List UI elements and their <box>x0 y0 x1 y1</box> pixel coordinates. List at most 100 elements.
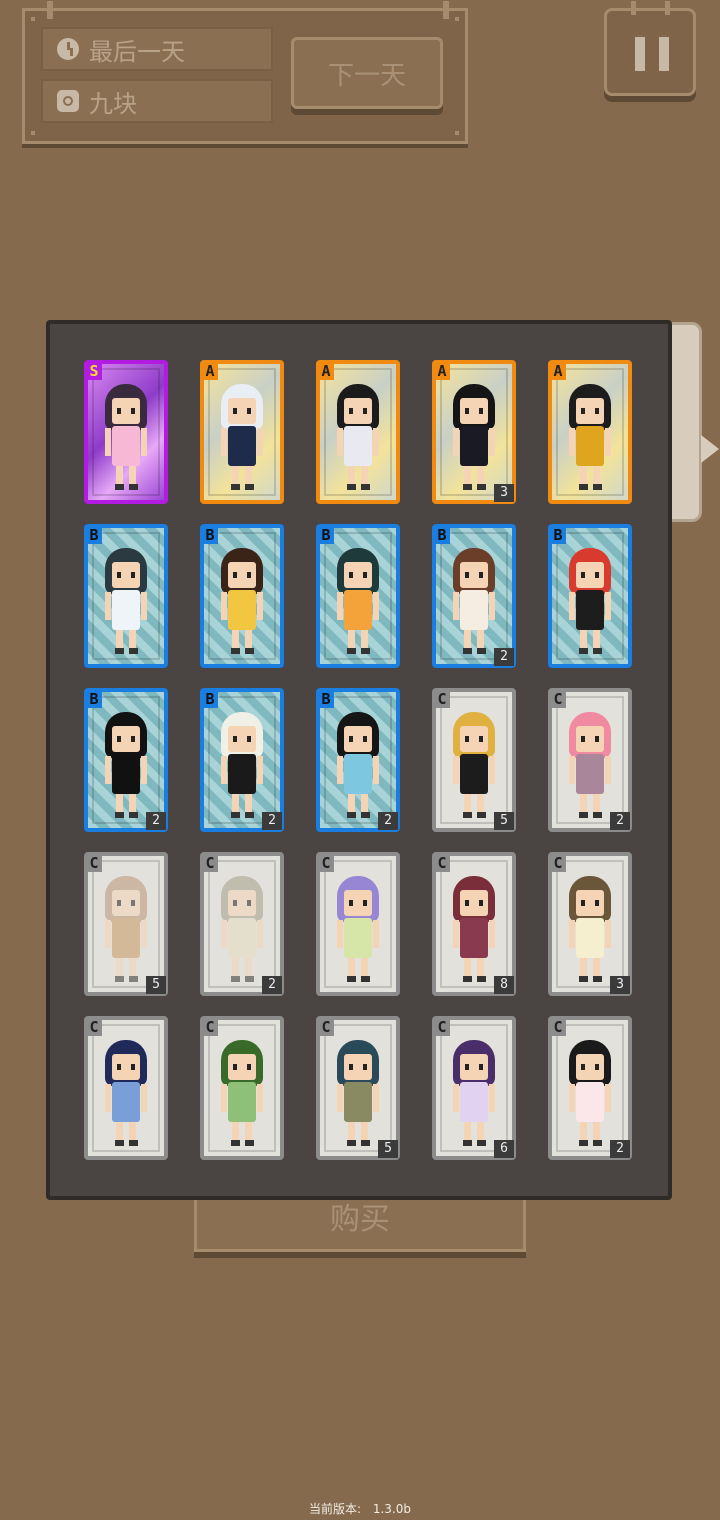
character-eye <box>465 572 469 578</box>
character-card[interactable]: C8 <box>432 852 516 996</box>
character-arm <box>337 592 343 620</box>
pause-button[interactable] <box>604 1 696 96</box>
character-card[interactable]: B2 <box>84 688 168 832</box>
character-arm <box>489 592 495 620</box>
character-shoe <box>129 484 138 490</box>
character-card[interactable]: B <box>548 524 632 668</box>
character-shoe <box>463 812 472 818</box>
character-shoe <box>231 976 240 982</box>
character-body <box>228 1082 256 1122</box>
character-eye <box>117 736 121 742</box>
rivet <box>455 131 459 135</box>
character-arm <box>373 1084 379 1112</box>
character-eye <box>247 408 251 414</box>
character-card[interactable]: C6 <box>432 1016 516 1160</box>
character-shoe <box>245 812 254 818</box>
rank-badge: A <box>550 362 566 380</box>
character-card[interactable]: C5 <box>432 688 516 832</box>
rank-badge: C <box>550 854 566 872</box>
character-shoe <box>579 1140 588 1146</box>
character-card[interactable]: A <box>316 360 400 504</box>
character-card[interactable]: C <box>316 852 400 996</box>
character-eye <box>595 408 599 414</box>
character-arm <box>337 428 343 456</box>
coin-icon <box>57 90 79 112</box>
character-body <box>112 1082 140 1122</box>
character-arm <box>605 920 611 948</box>
character-card[interactable]: A <box>200 360 284 504</box>
character-card[interactable]: C5 <box>84 852 168 996</box>
character-arm <box>569 428 575 456</box>
card-count-badge: 2 <box>146 812 166 830</box>
character-arm <box>337 756 343 784</box>
character-body <box>460 754 488 794</box>
money-label: 九块 <box>89 89 137 118</box>
character-shoe <box>477 484 486 490</box>
character-card[interactable]: S <box>84 360 168 504</box>
character-card[interactable]: C <box>84 1016 168 1160</box>
character-eye <box>349 1064 353 1070</box>
character-shoe <box>593 648 602 654</box>
character-portrait <box>563 380 617 496</box>
character-card[interactable]: C2 <box>200 852 284 996</box>
version-info: 当前版本: 1.3.0b <box>0 1500 720 1517</box>
character-card[interactable]: C3 <box>548 852 632 996</box>
rank-badge: C <box>86 854 102 872</box>
character-eye <box>581 1064 585 1070</box>
character-body <box>344 754 372 794</box>
character-shoe <box>361 812 370 818</box>
character-body <box>228 754 256 794</box>
character-arm <box>141 920 147 948</box>
character-portrait <box>563 544 617 660</box>
character-card[interactable]: C2 <box>548 1016 632 1160</box>
character-card[interactable]: B2 <box>432 524 516 668</box>
character-portrait <box>215 380 269 496</box>
character-card[interactable]: B2 <box>316 688 400 832</box>
character-eye <box>349 900 353 906</box>
character-portrait <box>215 708 269 824</box>
status-panel: 最后一天 九块 下一天 <box>22 1 468 144</box>
character-arm <box>141 756 147 784</box>
character-body <box>112 590 140 630</box>
card-count-badge: 2 <box>610 1140 630 1158</box>
character-card[interactable]: B2 <box>200 688 284 832</box>
character-card[interactable]: A3 <box>432 360 516 504</box>
character-card[interactable]: B <box>84 524 168 668</box>
character-arm <box>489 428 495 456</box>
character-card[interactable]: C5 <box>316 1016 400 1160</box>
character-shoe <box>593 812 602 818</box>
character-arm <box>257 592 263 620</box>
character-card[interactable]: A <box>548 360 632 504</box>
rivet <box>455 17 459 21</box>
character-shoe <box>477 648 486 654</box>
character-arm <box>373 920 379 948</box>
pause-icon <box>659 37 669 71</box>
character-card[interactable]: B <box>200 524 284 668</box>
character-portrait <box>331 544 385 660</box>
character-body <box>344 1082 372 1122</box>
character-body <box>576 918 604 958</box>
character-shoe <box>115 648 124 654</box>
character-eye <box>117 572 121 578</box>
character-card[interactable]: C2 <box>548 688 632 832</box>
next-day-button[interactable]: 下一天 <box>291 37 443 109</box>
character-card[interactable]: B <box>316 524 400 668</box>
character-eye <box>349 736 353 742</box>
card-count-badge: 8 <box>494 976 514 994</box>
clock-icon <box>57 38 79 60</box>
character-arm <box>569 592 575 620</box>
character-shoe <box>231 484 240 490</box>
character-card[interactable]: C <box>200 1016 284 1160</box>
card-count-badge: 5 <box>146 976 166 994</box>
character-portrait <box>563 708 617 824</box>
character-shoe <box>347 648 356 654</box>
character-shoe <box>115 1140 124 1146</box>
rank-badge: C <box>318 1018 334 1036</box>
card-count-badge: 5 <box>378 1140 398 1158</box>
character-body <box>576 590 604 630</box>
rank-badge: C <box>434 854 450 872</box>
character-shoe <box>115 976 124 982</box>
character-arm <box>605 1084 611 1112</box>
character-arm <box>105 920 111 948</box>
character-eye <box>581 900 585 906</box>
